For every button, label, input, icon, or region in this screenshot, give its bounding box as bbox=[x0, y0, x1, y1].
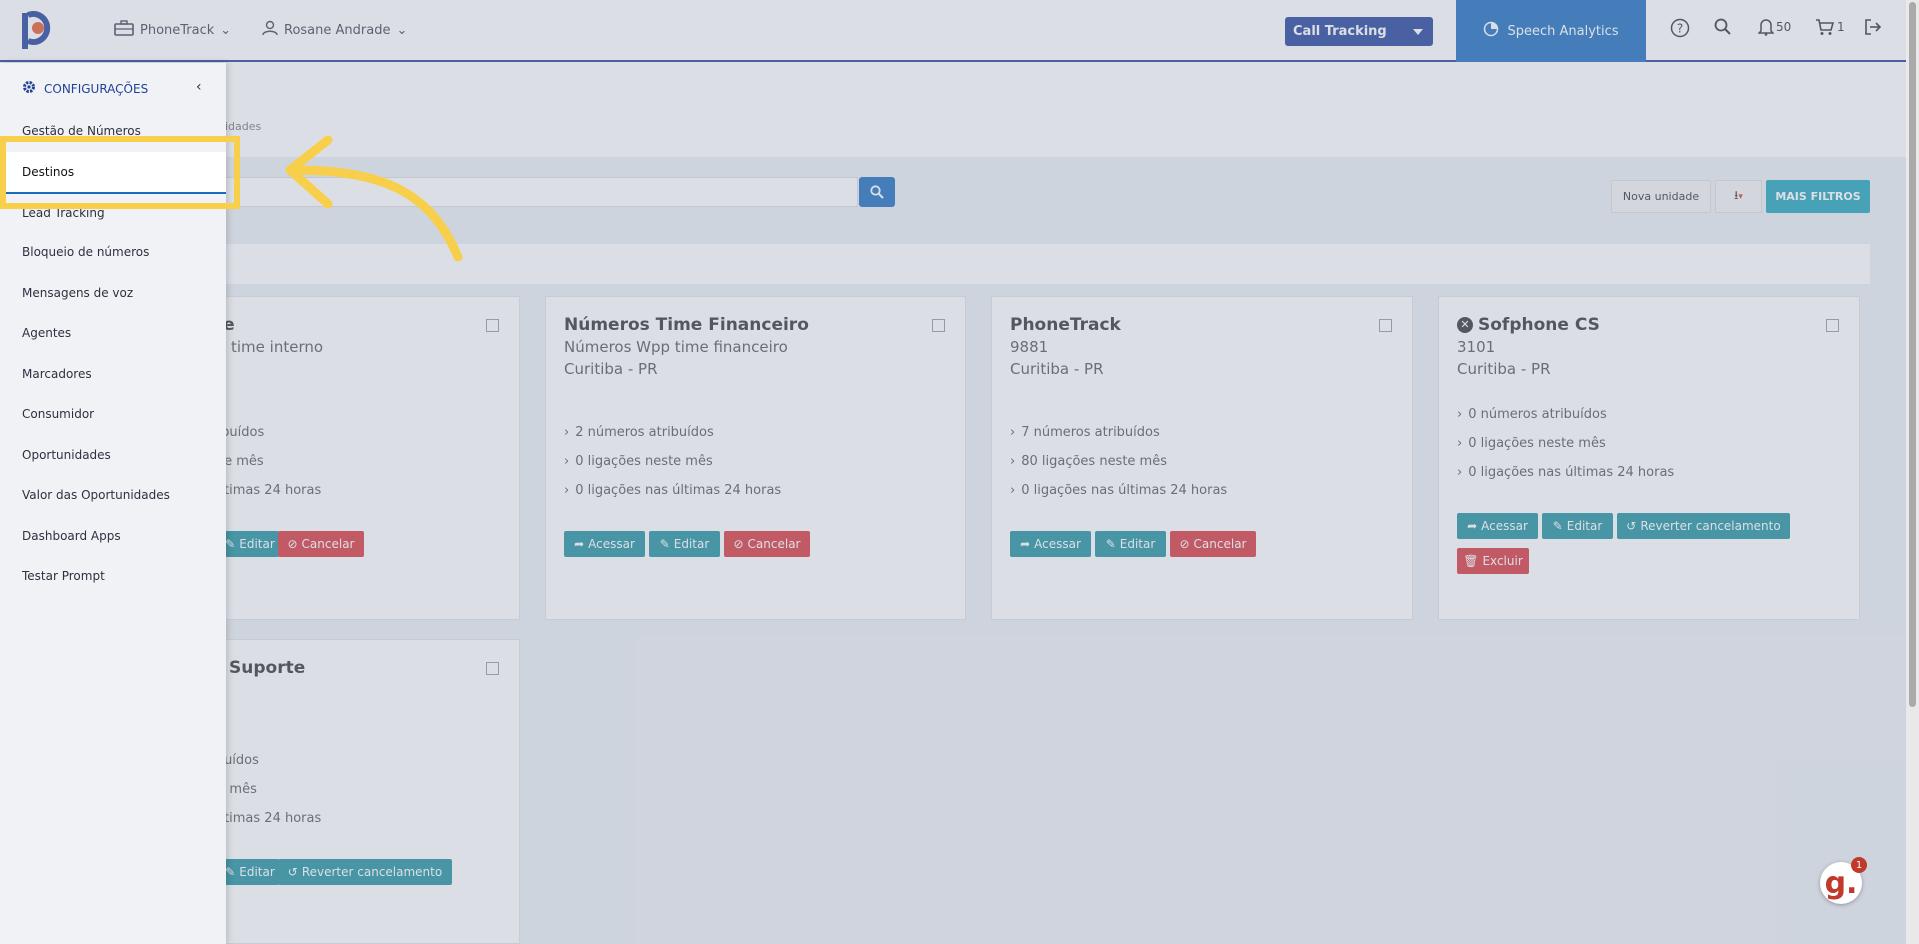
sidebar-title: CONFIGURAÇÕES bbox=[44, 81, 149, 96]
scrollbar-thumb[interactable] bbox=[1909, 2, 1916, 707]
chat-badge: 1 bbox=[1851, 857, 1867, 873]
sidebar-item-oportunidades[interactable]: Oportunidades bbox=[22, 448, 111, 462]
sidebar-item-consumidor[interactable]: Consumidor bbox=[22, 407, 94, 421]
sidebar-item-valor-oportunidades[interactable]: Valor das Oportunidades bbox=[22, 488, 170, 502]
gear-icon bbox=[22, 80, 36, 97]
sidebar-header: CONFIGURAÇÕES bbox=[22, 80, 148, 97]
highlight-box bbox=[0, 136, 240, 209]
sidebar-item-testar-prompt[interactable]: Testar Prompt bbox=[22, 569, 105, 583]
sidebar-item-mensagens-voz[interactable]: Mensagens de voz bbox=[22, 286, 133, 300]
sidebar-item-bloqueio[interactable]: Bloqueio de números bbox=[22, 245, 149, 259]
pointer-arrow-icon bbox=[285, 135, 463, 262]
sidebar-item-dashboard-apps[interactable]: Dashboard Apps bbox=[22, 529, 121, 543]
collapse-sidebar-icon[interactable]: ‹ bbox=[196, 79, 202, 95]
sidebar-item-marcadores[interactable]: Marcadores bbox=[22, 367, 92, 381]
page-scrollbar[interactable] bbox=[1906, 0, 1919, 944]
sidebar-item-agentes[interactable]: Agentes bbox=[22, 326, 71, 340]
